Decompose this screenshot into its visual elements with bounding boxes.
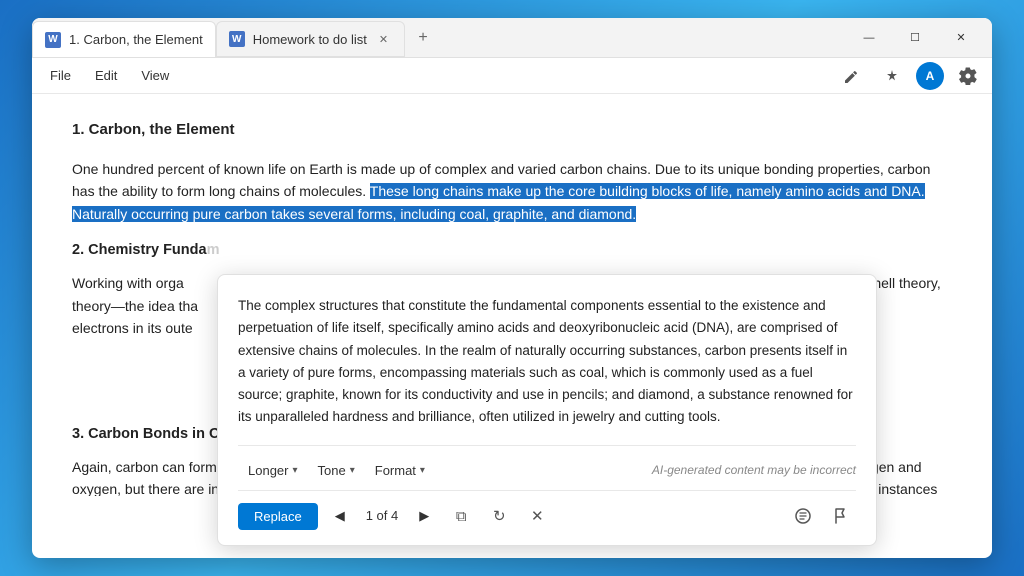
longer-dropdown[interactable]: Longer ▾ [238,456,308,487]
prev-button[interactable]: ◀ [326,502,354,530]
popup-close-button[interactable]: ✕ [522,501,552,531]
format-dropdown[interactable]: Format ▾ [365,456,435,487]
tab-inactive[interactable]: W Homework to do list ✕ [216,21,405,57]
word-icon-inactive: W [229,31,245,47]
tab-active-label: 1. Carbon, the Element [69,32,203,47]
new-tab-button[interactable]: + [409,24,437,52]
rewrite-controls-row: Longer ▾ Tone ▾ Format ▾ AI-generated co… [238,445,856,487]
longer-chevron-icon: ▾ [292,463,297,479]
refresh-button[interactable]: ↻ [484,501,514,531]
menu-view[interactable]: View [131,64,179,87]
avatar-initial: A [926,69,935,83]
user-avatar[interactable]: A [916,62,944,90]
rewrite-actions-row: Replace ◀ 1 of 4 ▶ ⧉ ↻ ✕ [238,490,856,531]
next-button[interactable]: ▶ [410,502,438,530]
rewrite-popup: The complex structures that constitute t… [217,274,877,546]
section-2-heading: 2. Chemistry Fundam [72,239,952,262]
format-chevron-icon: ▾ [420,463,425,479]
window-controls: — ☐ ✕ [838,22,992,54]
close-button[interactable]: ✕ [938,22,984,54]
settings-button[interactable] [952,60,984,92]
app-window: W 1. Carbon, the Element W Homework to d… [32,18,992,558]
flag-button[interactable] [826,501,856,531]
page-indicator: 1 of 4 [362,506,403,527]
tone-chevron-icon: ▾ [350,463,355,479]
tab-close-button[interactable]: ✕ [375,31,392,48]
tone-dropdown[interactable]: Tone ▾ [308,456,365,487]
list-button[interactable] [788,501,818,531]
title-bar: W 1. Carbon, the Element W Homework to d… [32,18,992,58]
menu-bar: File Edit View A [32,58,992,94]
copy-button[interactable]: ⧉ [446,501,476,531]
maximize-button[interactable]: ☐ [892,22,938,54]
tab-area: W 1. Carbon, the Element W Homework to d… [32,18,838,57]
rewrite-text: The complex structures that constitute t… [238,295,856,429]
minimize-button[interactable]: — [846,22,892,54]
word-icon-active: W [45,32,61,48]
tone-label: Tone [318,461,346,482]
pen-button[interactable] [836,60,868,92]
toolbar-extra-button[interactable] [876,60,908,92]
toolbar-right: A [836,60,984,92]
menu-edit[interactable]: Edit [85,64,127,87]
menu-file[interactable]: File [40,64,81,87]
longer-label: Longer [248,461,288,482]
paragraph-1: One hundred percent of known life on Ear… [72,158,952,225]
ai-notice: AI-generated content may be incorrect [652,461,856,480]
tab-active[interactable]: W 1. Carbon, the Element [32,21,216,57]
format-label: Format [375,461,416,482]
replace-button[interactable]: Replace [238,503,318,530]
document-title: 1. Carbon, the Element [72,118,952,142]
document-area: 1. Carbon, the Element One hundred perce… [32,94,992,558]
tab-inactive-label: Homework to do list [253,32,367,47]
